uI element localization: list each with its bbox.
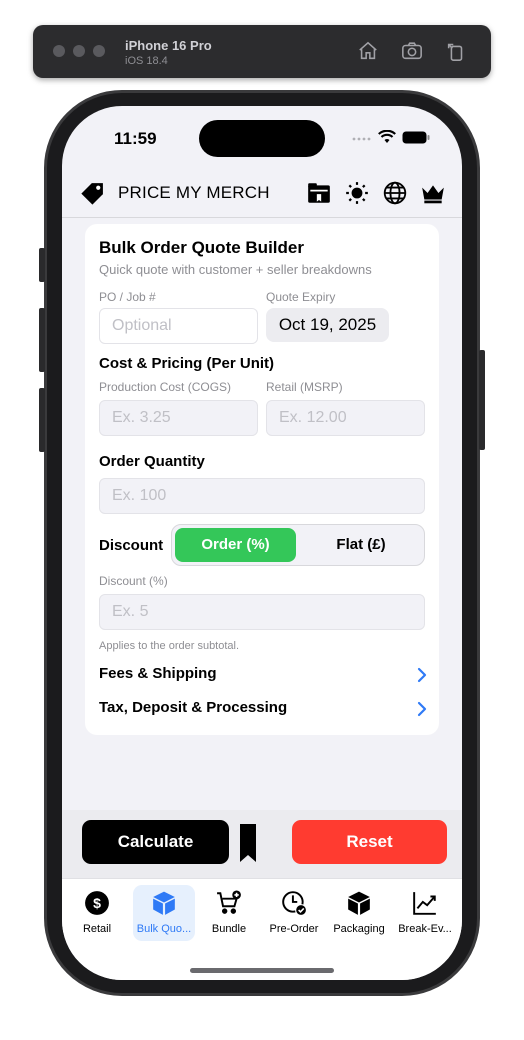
minimize-window-button[interactable] <box>73 45 85 57</box>
battery-icon <box>402 131 430 143</box>
msrp-input[interactable]: Ex. 12.00 <box>266 400 425 436</box>
box-icon <box>153 891 175 915</box>
cart-add-icon <box>217 890 241 914</box>
tab-label: Break-Ev... <box>398 923 452 935</box>
tab-label: Bulk Quo... <box>136 923 192 935</box>
tab-label: Packaging <box>333 923 385 935</box>
rotate-icon[interactable] <box>445 40 467 62</box>
tab-packaging[interactable]: Packaging <box>328 885 390 941</box>
tax-deposit-row[interactable]: Tax, Deposit & Processing <box>99 699 427 721</box>
quote-builder-card: Bulk Order Quote Builder Quick quote wit… <box>85 224 439 735</box>
bookmark-icon[interactable] <box>240 824 256 862</box>
calculate-button[interactable]: Calculate <box>82 820 229 864</box>
po-input[interactable]: Optional <box>99 308 258 344</box>
tab-break-even[interactable]: Break-Ev... <box>394 885 456 941</box>
status-bar: 11:59 <box>62 106 462 166</box>
app-title: PRICE MY MERCH <box>118 183 270 202</box>
tab-label: Bundle <box>211 923 247 935</box>
device-name: iPhone 16 Pro <box>125 38 212 53</box>
tab-retail[interactable]: $ Retail <box>66 885 128 941</box>
chevron-right-icon <box>417 701 427 717</box>
expiry-date-picker[interactable]: Oct 19, 2025 <box>266 308 389 342</box>
os-version: iOS 18.4 <box>125 55 168 67</box>
fees-shipping-row[interactable]: Fees & Shipping <box>99 665 427 687</box>
quantity-input[interactable]: Ex. 100 <box>99 478 425 514</box>
dynamic-island <box>199 120 325 157</box>
card-title: Bulk Order Quote Builder <box>99 238 304 257</box>
cogs-label: Production Cost (COGS) <box>99 380 232 394</box>
chart-line-icon <box>413 892 436 915</box>
crown-icon[interactable] <box>420 180 446 206</box>
status-time: 11:59 <box>114 129 157 148</box>
discount-percent-label: Discount (%) <box>99 574 168 588</box>
tab-bulk-quote[interactable]: Bulk Quo... <box>133 885 195 941</box>
brightness-icon[interactable] <box>344 180 370 206</box>
po-label: PO / Job # <box>99 290 156 304</box>
qty-section-title: Order Quantity <box>99 453 205 470</box>
tab-label: Pre-Order <box>269 923 319 935</box>
signal-icon <box>352 137 371 141</box>
home-icon[interactable] <box>357 40 379 62</box>
expiry-label: Quote Expiry <box>266 290 336 304</box>
zoom-window-button[interactable] <box>93 45 105 57</box>
silent-switch <box>39 248 45 282</box>
fees-shipping-label: Fees & Shipping <box>99 665 217 682</box>
volume-up-button <box>39 308 45 372</box>
screenshot-icon[interactable] <box>401 40 423 62</box>
simulator-toolbar: iPhone 16 Pro iOS 18.4 <box>33 25 491 78</box>
tag-icon <box>81 183 103 205</box>
discount-flat-segment[interactable]: Flat (£) <box>300 528 422 562</box>
window-controls <box>53 45 105 57</box>
globe-icon[interactable] <box>382 180 408 206</box>
discount-label: Discount <box>99 537 164 554</box>
wifi-icon <box>378 130 396 143</box>
discount-order-percent-segment[interactable]: Order (%) <box>175 528 296 562</box>
chevron-right-icon <box>417 667 427 683</box>
side-button <box>479 350 485 450</box>
folder-icon[interactable] <box>306 180 332 206</box>
cost-section-title: Cost & Pricing (Per Unit) <box>99 355 275 372</box>
discount-type-segmented-control: Order (%) Flat (£) <box>171 524 425 566</box>
dollar-circle-icon: $ <box>85 891 109 915</box>
package-icon <box>348 891 370 915</box>
close-window-button[interactable] <box>53 45 65 57</box>
discount-input[interactable]: Ex. 5 <box>99 594 425 630</box>
cogs-input[interactable]: Ex. 3.25 <box>99 400 258 436</box>
tab-bundle[interactable]: Bundle <box>198 885 260 941</box>
tab-label: Retail <box>82 923 112 935</box>
volume-down-button <box>39 388 45 452</box>
discount-note: Applies to the order subtotal. <box>99 640 240 652</box>
home-indicator <box>190 968 334 973</box>
tab-bar: $ Retail Bulk Quo... Bundle Pre-Order Pa… <box>62 878 462 980</box>
tax-deposit-label: Tax, Deposit & Processing <box>99 699 288 716</box>
tab-pre-order[interactable]: Pre-Order <box>263 885 325 941</box>
card-subtitle: Quick quote with customer + seller break… <box>99 262 372 277</box>
msrp-label: Retail (MSRP) <box>266 380 343 394</box>
app-screen: 11:59 PRICE MY MERCH Bulk Order Quote Bu… <box>62 106 462 980</box>
clock-check-icon <box>282 891 307 916</box>
action-bar: Calculate Reset <box>62 810 462 878</box>
app-header: PRICE MY MERCH <box>62 168 462 218</box>
svg-text:$: $ <box>93 895 101 911</box>
reset-button[interactable]: Reset <box>292 820 447 864</box>
